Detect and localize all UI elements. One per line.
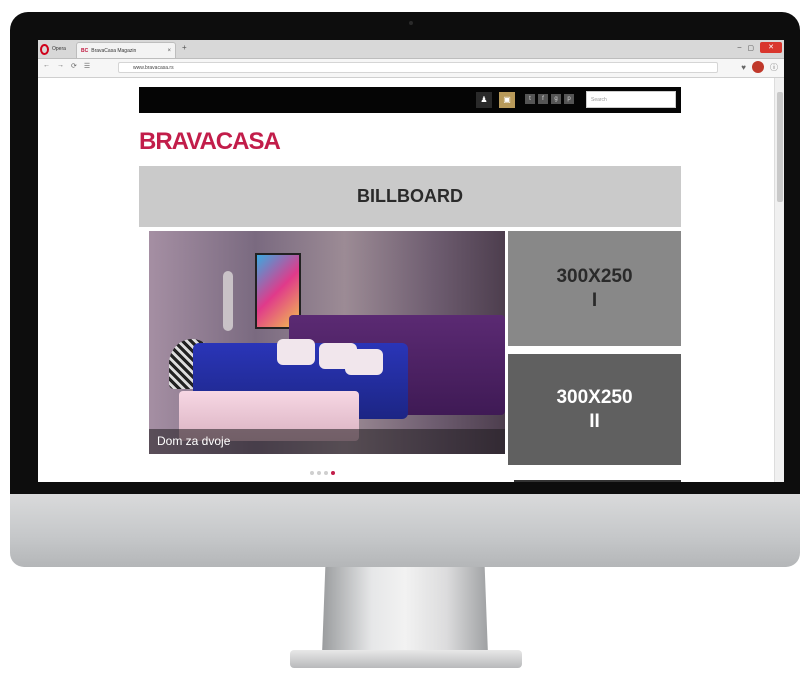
camera-icon	[409, 21, 413, 25]
reload-button[interactable]: ⟳	[71, 62, 77, 70]
tab-bravacasa[interactable]: BC BravaCasa Magazin ×	[76, 42, 176, 58]
facebook-icon[interactable]: f	[538, 94, 548, 104]
hero-pillow	[277, 339, 315, 365]
url-input[interactable]: www.bravacasa.rs	[118, 62, 718, 73]
tab-bar: Opera BC BravaCasa Magazin × + – ▢ ✕	[38, 40, 784, 59]
slider-dot-active[interactable]	[331, 471, 335, 475]
scrollbar[interactable]	[774, 78, 784, 482]
ad-300x250-ii[interactable]: 300X250 II	[508, 354, 681, 465]
maximize-button[interactable]: ▢	[747, 44, 754, 52]
extension-icon[interactable]	[752, 61, 764, 73]
hero-caption[interactable]: Dom za dvoje	[149, 429, 505, 454]
ad-300x250-i[interactable]: 300X250 I	[508, 231, 681, 346]
slider-dot[interactable]	[317, 471, 321, 475]
opera-menu-button[interactable]: Opera	[40, 42, 66, 56]
calendar-icon[interactable]: ▣	[499, 92, 515, 108]
site-search-input[interactable]: Search	[586, 91, 676, 108]
scrollbar-thumb[interactable]	[777, 92, 783, 202]
toolbar-right: ♥ ⓘ	[741, 61, 778, 73]
new-tab-button[interactable]: +	[182, 43, 187, 52]
favicon-icon: BC	[81, 47, 89, 54]
monitor-stand-neck	[322, 567, 488, 655]
monitor-stand-base	[290, 650, 522, 668]
window-controls: – ▢ ✕	[737, 42, 782, 53]
nav-buttons: ← → ⟳ ☰	[43, 62, 90, 70]
minimize-button[interactable]: –	[737, 44, 741, 51]
monitor-chin	[10, 494, 800, 567]
ad1-size: 300X250	[556, 265, 633, 287]
back-button[interactable]: ←	[43, 62, 50, 70]
ad1-index: I	[591, 289, 598, 311]
tab-title: BravaCasa Magazin	[91, 47, 137, 54]
address-bar: ← → ⟳ ☰ www.bravacasa.rs ♥ ⓘ	[38, 59, 784, 78]
billboard-ad[interactable]: BILLBOARD	[139, 166, 681, 227]
speed-dial-button[interactable]: ☰	[84, 62, 90, 70]
social-links: t f g p	[525, 94, 574, 104]
browser-window: Opera BC BravaCasa Magazin × + – ▢ ✕ ← →…	[38, 40, 784, 482]
ad2-size: 300X250	[556, 386, 633, 408]
twitter-icon[interactable]: t	[525, 94, 535, 104]
slider-dots	[310, 471, 335, 475]
hero-lamp	[223, 271, 233, 331]
hero-pillow	[345, 349, 383, 375]
tab-close-icon[interactable]: ×	[167, 48, 171, 54]
slider-dot[interactable]	[310, 471, 314, 475]
slider-dot[interactable]	[324, 471, 328, 475]
forward-button[interactable]: →	[57, 62, 64, 70]
thumbnail-strip	[514, 480, 681, 482]
google-icon[interactable]: g	[551, 94, 561, 104]
site-top-bar: ♟ ▣ t f g p Search	[139, 87, 681, 113]
menu-icon[interactable]: ⓘ	[770, 62, 778, 73]
opera-menu-label: Opera	[52, 46, 66, 52]
page-viewport: ♟ ▣ t f g p Search BRAVACASA BILLBOARD D…	[38, 78, 784, 482]
user-icon[interactable]: ♟	[476, 92, 492, 108]
site-logo[interactable]: BRAVACASA	[139, 128, 281, 156]
heart-icon[interactable]: ♥	[741, 63, 746, 72]
ad2-index: II	[589, 410, 600, 432]
close-window-button[interactable]: ✕	[760, 42, 782, 53]
opera-logo-icon	[40, 43, 49, 55]
hero-slider-image[interactable]: Dom za dvoje	[149, 231, 505, 454]
pinterest-icon[interactable]: p	[564, 94, 574, 104]
